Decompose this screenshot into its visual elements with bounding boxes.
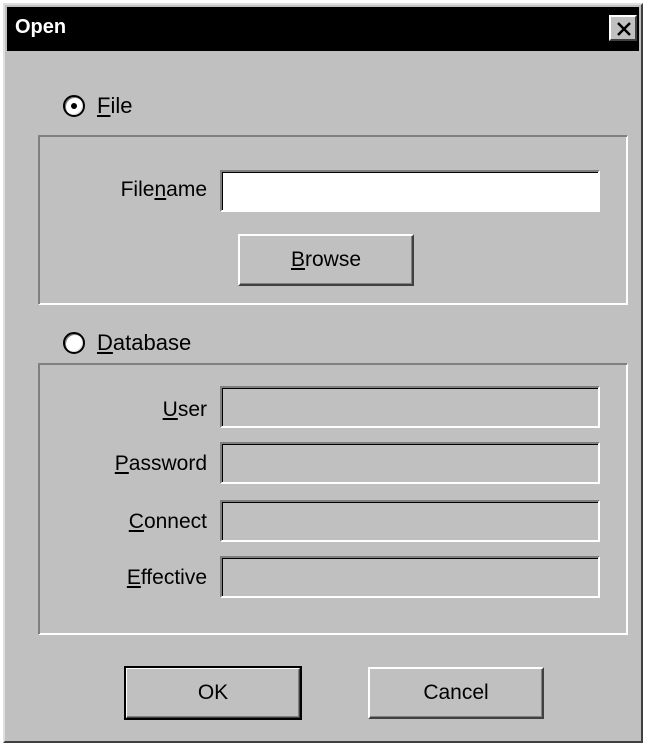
database-group: User Password Connect Effective — [38, 363, 628, 635]
browse-button[interactable]: Browse — [238, 234, 414, 286]
close-button[interactable] — [609, 15, 637, 41]
browse-button-label: Browse — [290, 248, 362, 271]
file-radio-label: File — [97, 93, 133, 118]
title-bar: Open — [7, 7, 639, 51]
file-radio[interactable] — [63, 95, 85, 117]
file-radio-option[interactable]: File — [63, 93, 132, 119]
password-input[interactable] — [222, 444, 598, 482]
effective-field[interactable] — [220, 556, 600, 598]
user-field[interactable] — [220, 386, 600, 428]
cancel-button-label: Cancel — [423, 681, 489, 704]
file-group: Filename Browse — [38, 135, 628, 305]
dialog-title: Open — [15, 16, 67, 38]
filename-input[interactable] — [222, 172, 598, 210]
effective-label: Effective — [126, 566, 207, 589]
password-label: Password — [114, 452, 207, 475]
filename-label: Filename — [120, 178, 207, 201]
user-label: User — [162, 398, 207, 421]
close-icon — [617, 22, 631, 36]
effective-input[interactable] — [222, 558, 598, 596]
database-radio-option[interactable]: Database — [63, 330, 191, 356]
open-dialog: Open File Filename Browse Database User … — [3, 3, 643, 743]
cancel-button[interactable]: Cancel — [368, 667, 544, 719]
filename-field[interactable] — [220, 170, 600, 212]
password-field[interactable] — [220, 442, 600, 484]
ok-button-label: OK — [197, 681, 229, 704]
database-radio[interactable] — [63, 332, 85, 354]
user-input[interactable] — [222, 388, 598, 426]
database-radio-label: Database — [97, 330, 192, 355]
connect-input[interactable] — [222, 502, 598, 540]
connect-field[interactable] — [220, 500, 600, 542]
connect-label: Connect — [128, 510, 207, 533]
ok-button[interactable]: OK — [124, 666, 302, 720]
